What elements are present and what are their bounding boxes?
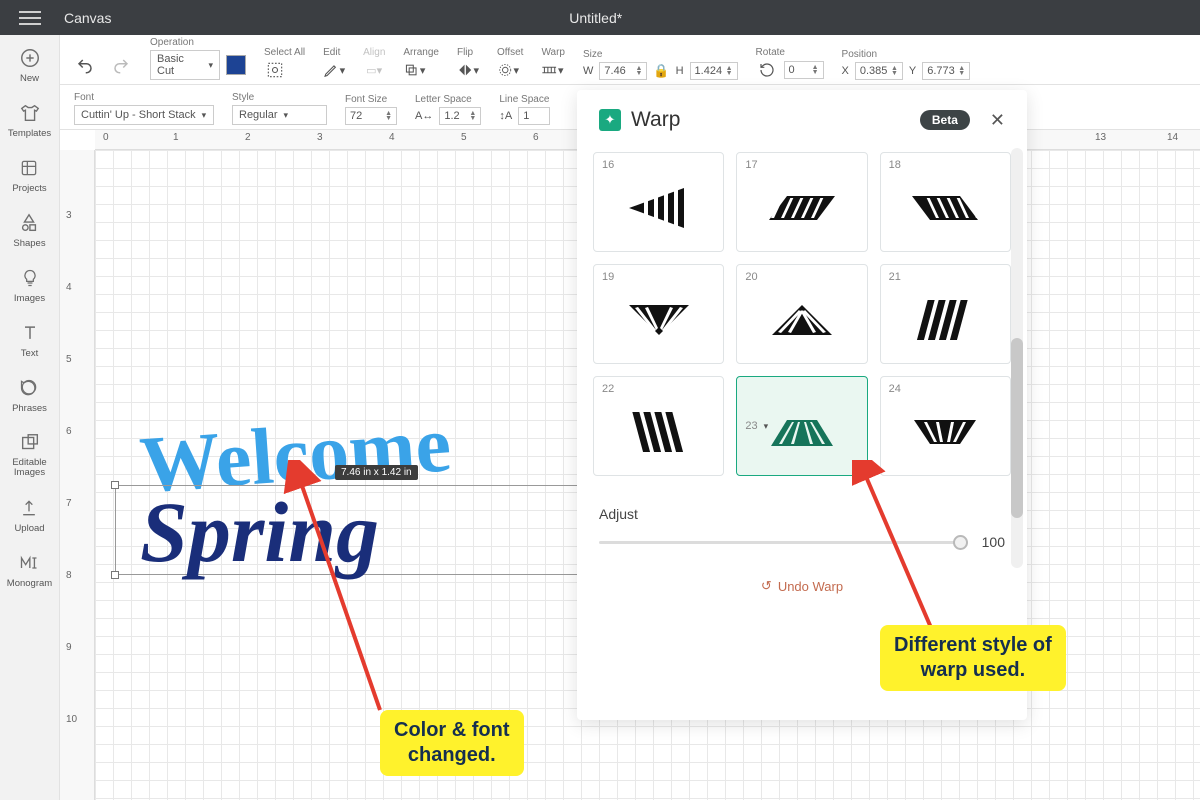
select-all-label: Select All (264, 47, 305, 58)
rail-text[interactable]: Text (19, 322, 41, 359)
style-select[interactable]: Regular (232, 105, 327, 125)
plus-circle-icon (19, 47, 41, 69)
editable-images-icon (19, 432, 41, 454)
rail-images[interactable]: Images (14, 267, 45, 304)
annotation-2: Different style ofwarp used. (880, 625, 1066, 691)
warp-option-22[interactable]: 22 (593, 376, 724, 476)
line-space-label: Line Space (499, 94, 550, 105)
undo-icon: ↺ (761, 578, 772, 594)
warp-option-17[interactable]: 17 (736, 152, 867, 252)
beta-badge: Beta (920, 110, 970, 130)
adjust-value: 100 (982, 534, 1005, 550)
offset-label: Offset (497, 47, 524, 58)
style-label: Style (232, 92, 327, 103)
shapes-icon (18, 212, 40, 234)
align-button: ▭▾ (363, 60, 385, 80)
pos-y-input[interactable]: 6.773▲▼ (922, 62, 970, 80)
operation-label: Operation (150, 37, 246, 48)
undo-button[interactable] (74, 56, 96, 76)
text-icon (19, 322, 41, 344)
size-label: Size (583, 49, 738, 60)
warp-option-20[interactable]: 20 (736, 264, 867, 364)
menu-button[interactable] (0, 17, 60, 19)
letter-space-label: Letter Space (415, 94, 481, 105)
ruler-vertical: 345678910 (60, 150, 95, 800)
rail-editable-images[interactable]: Editable Images (0, 432, 59, 479)
warp-panel-title: Warp (631, 108, 910, 132)
height-input[interactable]: 1.424▲▼ (690, 62, 738, 80)
position-label: Position (842, 49, 971, 60)
warp-label: Warp (541, 47, 565, 58)
rotate-input[interactable]: 0▲▼ (784, 61, 824, 79)
flip-label: Flip (457, 47, 479, 58)
speech-bubble-icon (18, 377, 40, 399)
align-label: Align (363, 47, 385, 58)
warp-option-19[interactable]: 19 (593, 264, 724, 364)
document-title: Untitled* (111, 10, 1200, 26)
fontsize-input[interactable]: 72▲▼ (345, 107, 397, 125)
rail-phrases[interactable]: Phrases (12, 377, 47, 414)
offset-button[interactable]: ▾ (497, 60, 519, 80)
pos-x-input[interactable]: 0.385▲▼ (855, 62, 903, 80)
lock-icon[interactable]: 🔒 (653, 63, 669, 79)
rail-projects[interactable]: Projects (12, 157, 46, 194)
operation-select[interactable]: Basic Cut (150, 50, 220, 80)
warp-scrollbar-thumb[interactable] (1011, 338, 1023, 518)
edit-button[interactable]: ▾ (323, 60, 345, 80)
close-icon[interactable]: ✕ (990, 110, 1005, 131)
font-label: Font (74, 92, 214, 103)
warp-options-grid: 16 17 18 19 20 21 22 23 24 (577, 146, 1027, 488)
shirt-icon (19, 102, 41, 124)
rail-upload[interactable]: Upload (14, 497, 44, 534)
edit-label: Edit (323, 47, 345, 58)
rotate-icon (756, 60, 778, 80)
line-space-input[interactable]: 1 (518, 107, 550, 125)
redo-button[interactable] (110, 56, 132, 76)
warp-option-18[interactable]: 18 (880, 152, 1011, 252)
select-all-button[interactable] (264, 60, 286, 80)
color-swatch[interactable] (226, 55, 246, 75)
rail-shapes[interactable]: Shapes (13, 212, 45, 249)
warp-panel-icon: ✦ (599, 109, 621, 131)
title-bar: Canvas Untitled* (0, 0, 1200, 35)
font-select[interactable]: Cuttin' Up - Short Stack (74, 105, 214, 125)
warp-button[interactable]: ▾ (541, 60, 563, 80)
warp-option-23[interactable]: 23 (736, 376, 867, 476)
monogram-icon (18, 552, 40, 574)
rail-monogram[interactable]: Monogram (7, 552, 52, 589)
annotation-arrow-1 (280, 460, 440, 720)
arrange-label: Arrange (403, 47, 439, 58)
arrange-button[interactable]: ▾ (403, 60, 425, 80)
rail-new[interactable]: New (19, 47, 41, 84)
letter-space-input[interactable]: 1.2▲▼ (439, 107, 481, 125)
letter-space-icon: A↔ (415, 110, 433, 122)
flip-button[interactable]: ▾ (457, 60, 479, 80)
annotation-1: Color & fontchanged. (380, 710, 524, 776)
width-input[interactable]: 7.46▲▼ (599, 62, 647, 80)
left-toolbar: New Templates Projects Shapes Images Tex… (0, 35, 60, 800)
annotation-arrow-2 (852, 460, 972, 640)
grid-icon (18, 157, 40, 179)
fontsize-label: Font Size (345, 94, 397, 105)
rail-templates[interactable]: Templates (8, 102, 51, 139)
main-toolbar: Operation Basic Cut Select All Edit ▾ Ali… (60, 35, 1200, 85)
lightbulb-icon (19, 267, 41, 289)
warp-option-16[interactable]: 16 (593, 152, 724, 252)
upload-icon (18, 497, 40, 519)
rotate-label: Rotate (756, 47, 824, 58)
app-name: Canvas (60, 10, 111, 26)
warp-option-21[interactable]: 21 (880, 264, 1011, 364)
line-space-icon: ↕A (499, 110, 512, 122)
